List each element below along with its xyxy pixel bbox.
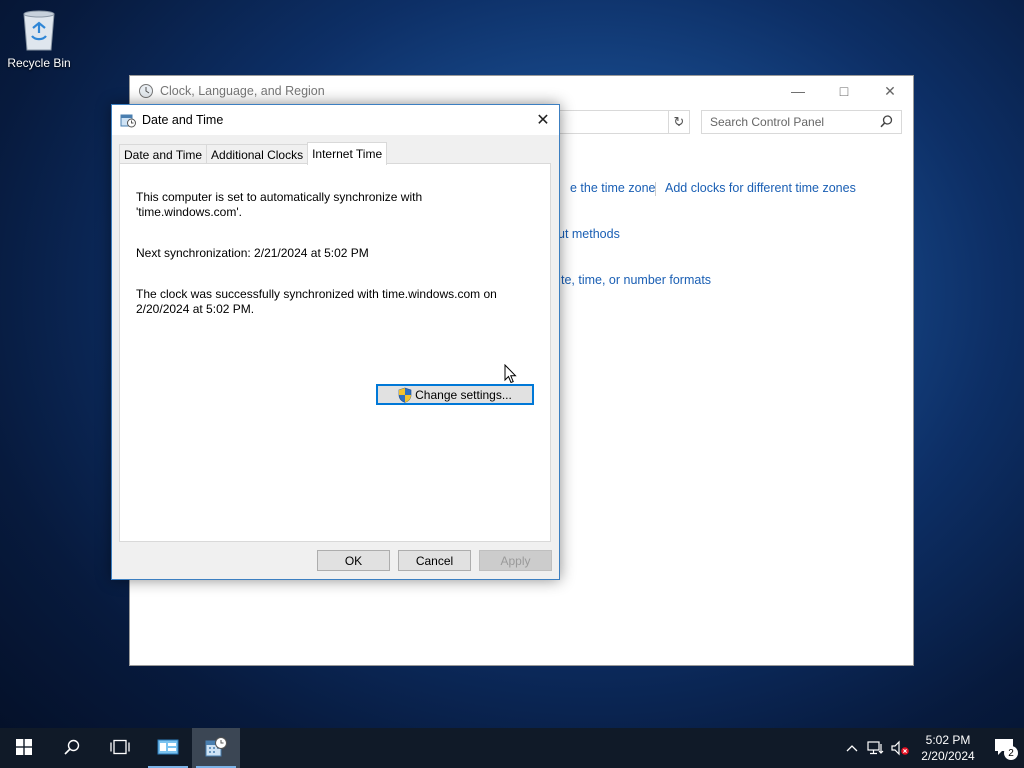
formats-link[interactable]: te, time, or number formats — [561, 273, 711, 287]
date-time-icon — [120, 112, 136, 128]
network-icon[interactable] — [864, 728, 888, 768]
change-time-zone-link[interactable]: e the time zone — [570, 181, 655, 195]
last-sync-text: The clock was successfully synchronized … — [136, 287, 497, 316]
dialog-close-button[interactable]: ✕ — [527, 105, 559, 135]
dialog-titlebar[interactable]: Date and Time — [112, 105, 559, 135]
task-view-icon — [110, 739, 130, 758]
sync-description: This computer is set to automatically sy… — [136, 190, 423, 219]
close-button[interactable]: ✕ — [867, 76, 913, 106]
control-panel-title: Clock, Language, and Region — [160, 84, 325, 98]
windows-logo-icon — [16, 738, 32, 758]
volume-muted-icon[interactable] — [888, 728, 912, 768]
change-settings-label: Change settings... — [415, 387, 512, 402]
recycle-bin-icon — [19, 6, 59, 52]
tab-date-and-time[interactable]: Date and Time — [119, 144, 208, 165]
system-tray: 5:02 PM 2/20/2024 2 — [840, 728, 1024, 768]
clock-region-icon — [138, 83, 154, 99]
recycle-bin-desktop-icon[interactable]: Recycle Bin — [4, 6, 74, 70]
search-input[interactable]: Search Control Panel — [701, 110, 902, 134]
taskbar-search-icon — [64, 739, 80, 758]
minimize-button[interactable]: — — [775, 76, 821, 106]
tab-internet-time[interactable]: Internet Time — [307, 142, 388, 165]
maximize-button[interactable]: □ — [821, 76, 867, 106]
cancel-button[interactable]: Cancel — [398, 550, 471, 571]
recycle-bin-label: Recycle Bin — [7, 56, 71, 70]
show-hidden-icons-button[interactable] — [840, 728, 864, 768]
date-time-dialog: Date and Time ✕ Date and Time Additional… — [111, 104, 560, 580]
taskbar-clock[interactable]: 5:02 PM 2/20/2024 — [912, 732, 984, 764]
server-manager-icon — [157, 738, 179, 759]
control-panel-taskbar-button[interactable] — [192, 728, 240, 768]
tab-additional-clocks[interactable]: Additional Clocks — [206, 144, 309, 165]
clock-time: 5:02 PM — [925, 733, 971, 747]
task-view-button[interactable] — [96, 728, 144, 768]
internet-time-panel: This computer is set to automatically sy… — [119, 163, 551, 542]
search-button[interactable] — [48, 728, 96, 768]
search-icon — [880, 115, 893, 131]
uac-shield-icon — [398, 387, 412, 403]
start-button[interactable] — [0, 728, 48, 768]
server-manager-taskbar-button[interactable] — [144, 728, 192, 768]
mouse-cursor-icon — [504, 363, 518, 388]
apply-button[interactable]: Apply — [479, 550, 552, 571]
refresh-button[interactable]: ↻ — [668, 110, 690, 134]
input-methods-link[interactable]: ut methods — [558, 227, 620, 241]
taskbar: 5:02 PM 2/20/2024 2 — [0, 728, 1024, 768]
clock-date: 2/20/2024 — [921, 749, 975, 763]
notification-count-badge: 2 — [1004, 746, 1018, 760]
date-time-taskbar-icon — [204, 736, 228, 761]
search-placeholder: Search Control Panel — [710, 115, 825, 129]
tab-strip: Date and Time Additional Clocks Internet… — [119, 142, 388, 165]
action-center-button[interactable]: 2 — [984, 728, 1024, 768]
add-clocks-link[interactable]: Add clocks for different time zones — [665, 181, 856, 195]
next-sync-text: Next synchronization: 2/21/2024 at 5:02 … — [136, 246, 369, 260]
ok-button[interactable]: OK — [317, 550, 390, 571]
dialog-title: Date and Time — [142, 113, 224, 127]
